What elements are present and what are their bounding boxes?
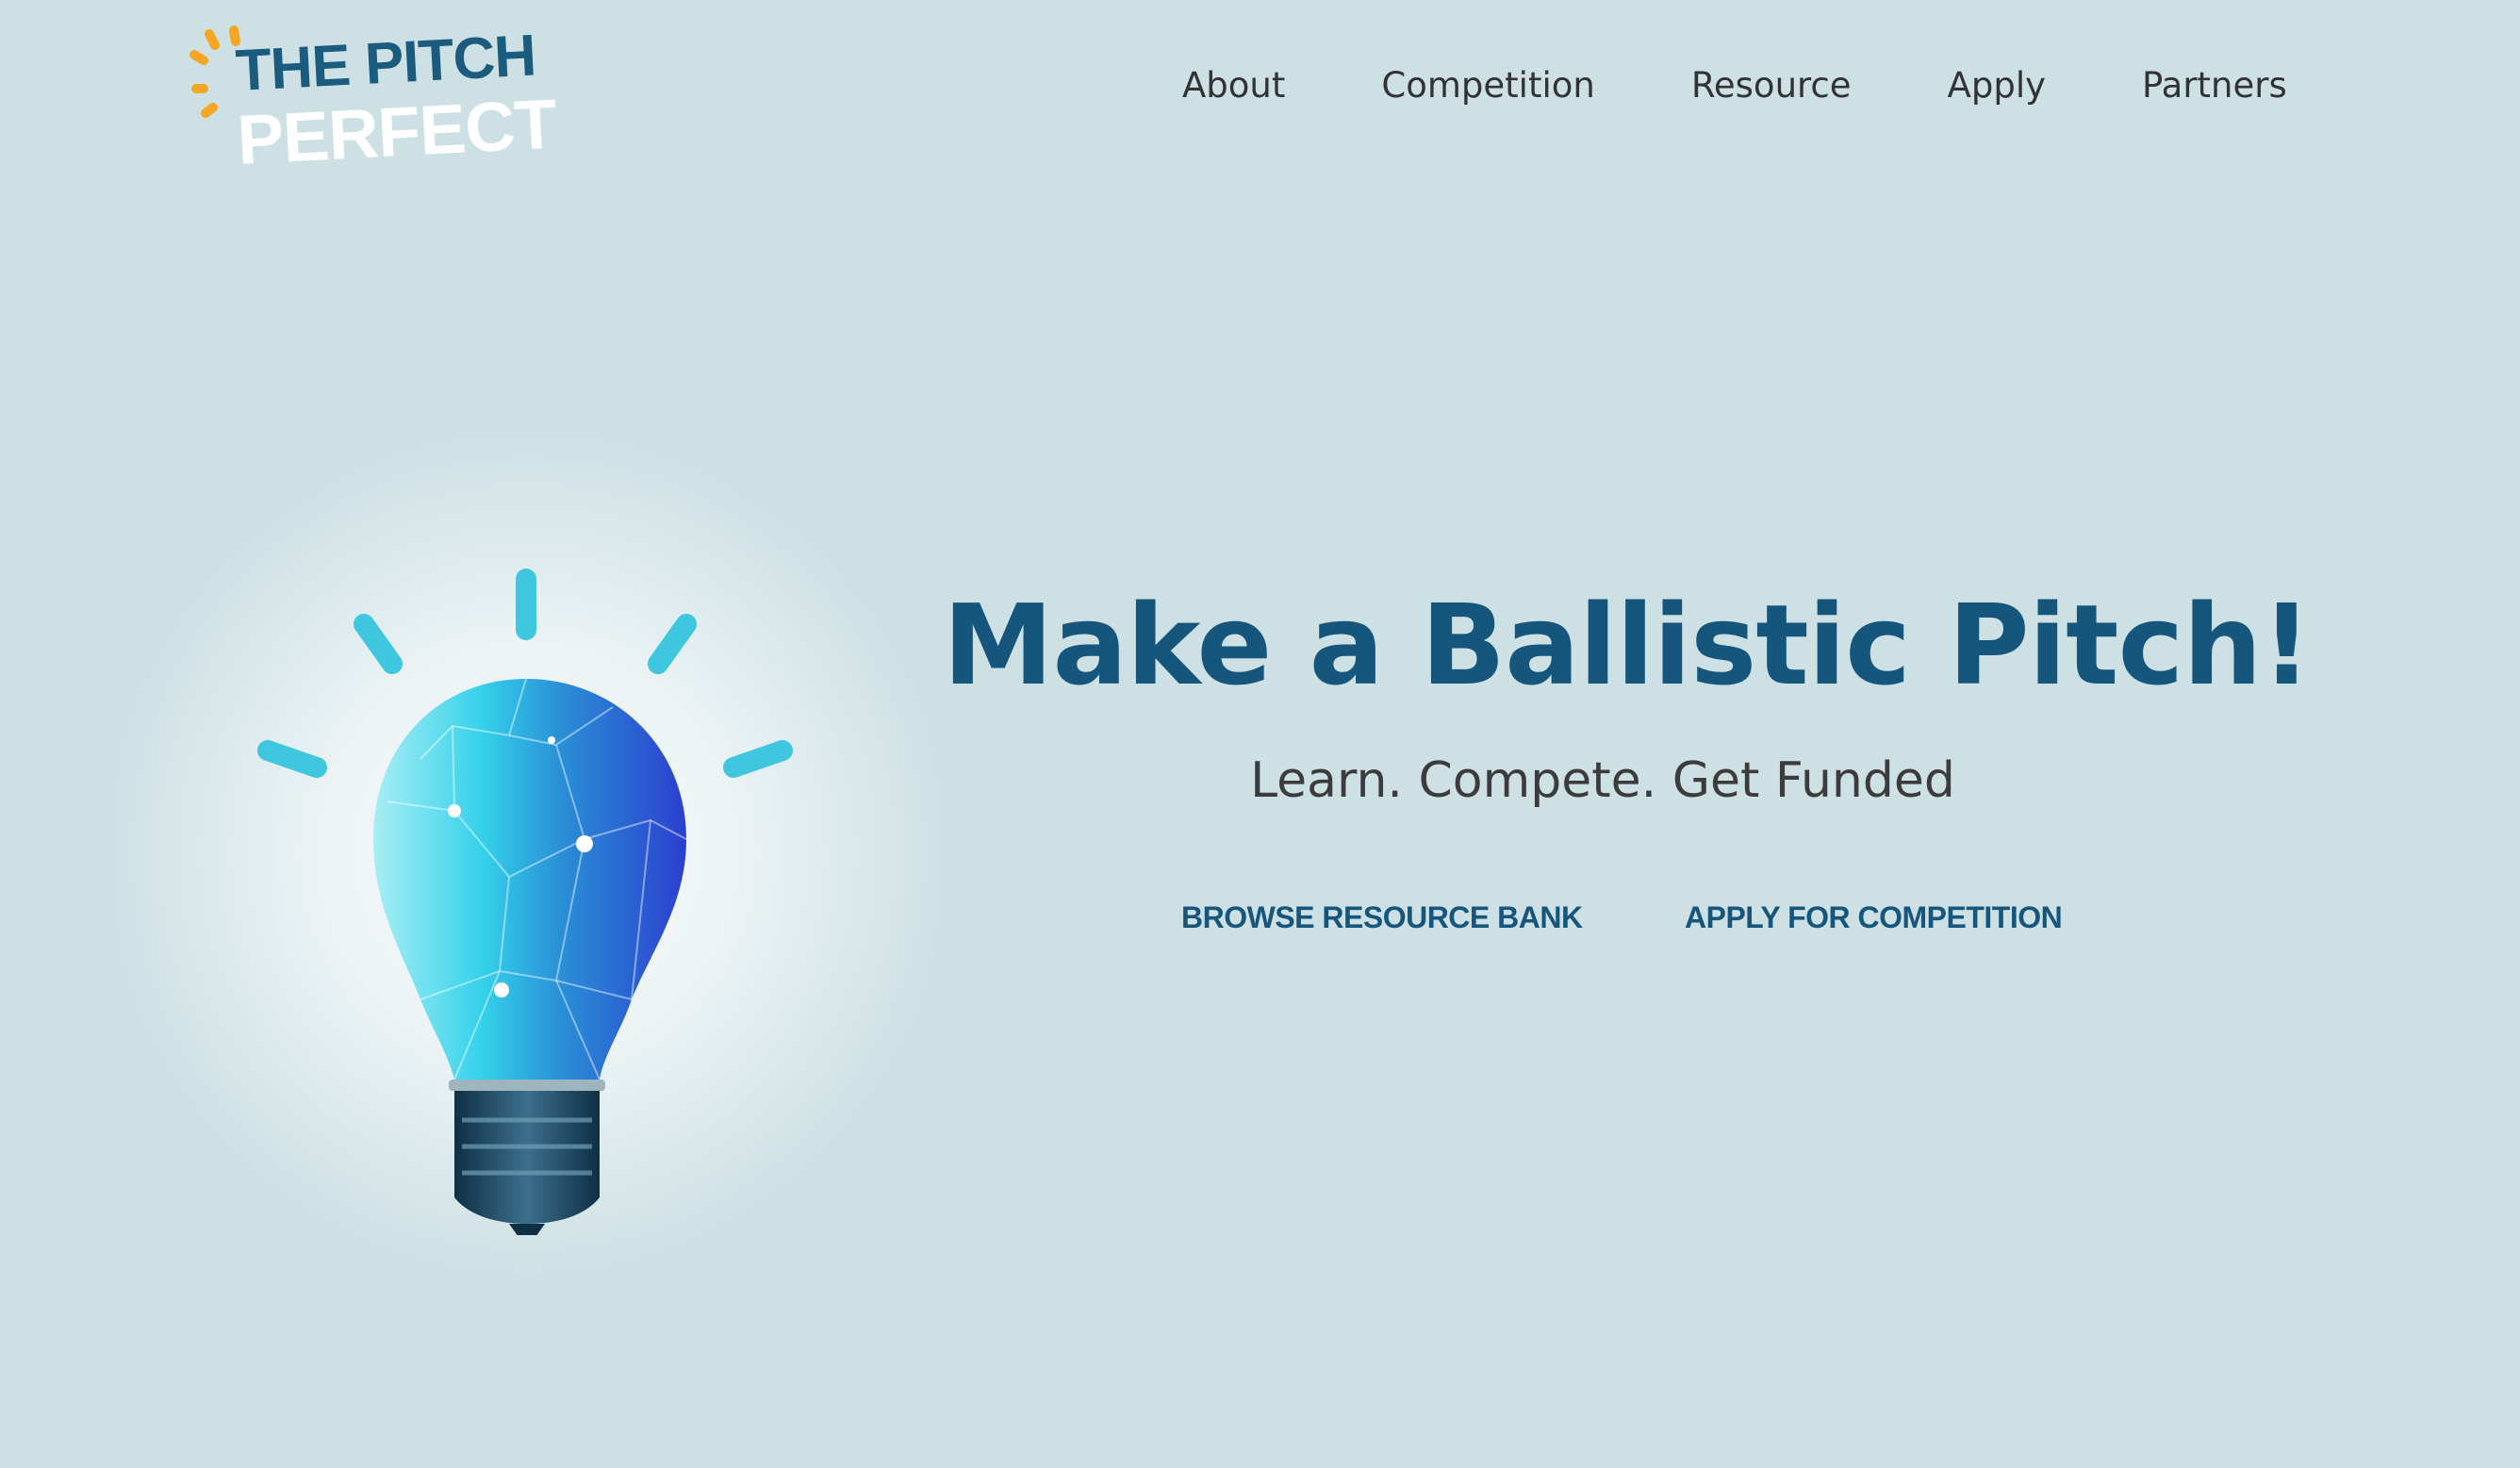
logo[interactable]: THE PITCH PERFECT [189, 17, 558, 187]
logo-line-2: PERFECT [235, 84, 558, 180]
nav-competition[interactable]: Competition [1381, 62, 1594, 109]
nav-partners[interactable]: Partners [2142, 62, 2287, 109]
hero-title: Make a Ballistic Pitch! [943, 580, 2312, 710]
hero-subtitle: Learn. Compete. Get Funded [1250, 752, 1955, 809]
nav-about[interactable]: About [1182, 62, 1285, 109]
nav-resource[interactable]: Resource [1691, 62, 1852, 109]
apply-for-competition-button[interactable]: APPLY FOR COMPETITION [1685, 900, 2063, 935]
main-nav: About Competition Resource Apply Partner… [1182, 62, 2287, 109]
lightbulb-icon [257, 569, 793, 1235]
nav-apply[interactable]: Apply [1948, 62, 2046, 109]
browse-resource-bank-button[interactable]: BROWSE RESOURCE BANK [1181, 900, 1583, 935]
